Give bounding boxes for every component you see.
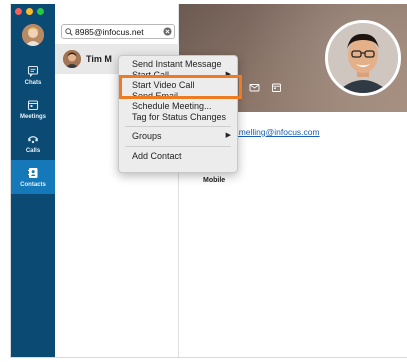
contact-photo: [325, 20, 401, 96]
minimize-window-button[interactable]: [26, 8, 33, 15]
menu-item-label: Start Call: [132, 69, 170, 80]
menu-item-send-email[interactable]: Send Email...: [119, 91, 237, 102]
menu-item-groups[interactable]: Groups ▶: [119, 131, 237, 142]
chat-icon: [27, 65, 39, 77]
contact-context-menu: Send Instant Message Start Call ▶ Start V…: [118, 55, 238, 173]
menu-item-label: Start Video Call: [132, 80, 195, 90]
submenu-arrow-icon: ▶: [225, 70, 231, 78]
menu-item-label: Schedule Meeting...: [132, 101, 212, 111]
menu-item-label: Add Contact: [132, 150, 182, 161]
menu-item-label: Send Instant Message: [132, 59, 222, 69]
sidebar-item-label: Calls: [25, 147, 41, 154]
sidebar-item-label: Chats: [24, 79, 42, 86]
sidebar-item-meetings[interactable]: Meetings: [11, 92, 55, 126]
menu-item-add-contact[interactable]: Add Contact: [119, 151, 237, 162]
contact-avatar: [63, 50, 81, 68]
menu-item-start-call[interactable]: Start Call ▶: [119, 70, 237, 81]
menu-item-label: Groups: [132, 131, 162, 141]
sidebar: Chats Meetings Calls Contacts: [11, 4, 55, 357]
maximize-window-button[interactable]: [37, 8, 44, 15]
menu-item-label: Send Email...: [132, 90, 186, 101]
menu-item-tag-status[interactable]: Tag for Status Changes: [119, 112, 237, 123]
search-input[interactable]: [75, 26, 161, 37]
search-box: [61, 24, 175, 39]
sidebar-item-calls[interactable]: Calls: [11, 126, 55, 160]
sidebar-item-contacts[interactable]: Contacts: [11, 160, 55, 194]
mail-icon[interactable]: [249, 82, 260, 93]
contacts-icon: [28, 167, 38, 178]
submenu-arrow-icon: ▶: [225, 132, 231, 139]
menu-divider: [125, 126, 231, 127]
menu-item-label: Tag for Status Changes: [132, 111, 227, 122]
menu-item-schedule-meeting[interactable]: Schedule Meeting...: [119, 101, 237, 112]
calendar-icon: [27, 99, 39, 110]
window-controls: [15, 8, 44, 15]
clear-search-icon[interactable]: [163, 27, 172, 36]
sidebar-item-chats[interactable]: Chats: [11, 58, 55, 92]
phone-icon: [28, 135, 38, 143]
search-icon: [65, 27, 73, 36]
app-window: Chats Meetings Calls Contacts 8985@infoc…: [10, 4, 407, 358]
contact-email-link[interactable]: tim.melling@infocus.com: [225, 127, 320, 137]
close-window-button[interactable]: [15, 8, 22, 15]
contact-name: Tim M: [86, 54, 112, 64]
sidebar-item-label: Contacts: [20, 181, 46, 188]
menu-item-send-instant-message[interactable]: Send Instant Message: [119, 59, 237, 70]
sidebar-item-label: Meetings: [19, 113, 46, 120]
menu-divider: [125, 145, 231, 147]
mobile-label: Mobile: [203, 177, 226, 184]
calendar-icon[interactable]: [271, 82, 282, 93]
user-avatar[interactable]: [22, 24, 44, 46]
menu-item-start-video-call[interactable]: Start Video Call: [119, 80, 237, 91]
